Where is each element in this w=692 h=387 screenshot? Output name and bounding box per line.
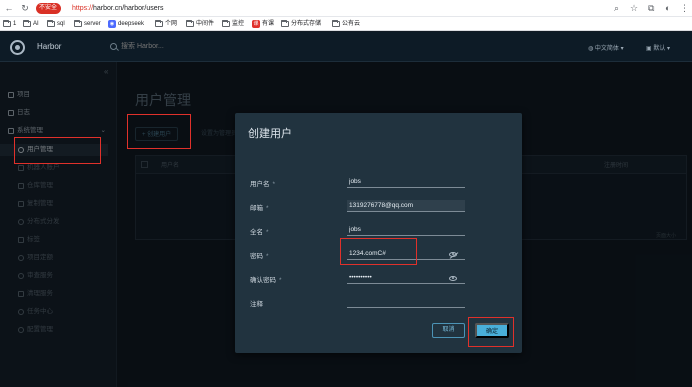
folder-icon: [74, 20, 82, 27]
user-menu[interactable]: ▣ 默认 ▾: [646, 43, 670, 52]
confirm-password-field[interactable]: [347, 272, 465, 284]
password-label: 密码 *: [250, 253, 269, 260]
zoom-icon[interactable]: ⌕: [614, 3, 619, 13]
bookmark-link[interactable]: 课有课: [252, 19, 274, 29]
username-field[interactable]: [347, 176, 465, 188]
folder-icon: [155, 20, 163, 27]
confirm-password-label: 确认密码 *: [250, 277, 282, 284]
comment-field[interactable]: [347, 296, 465, 308]
url-scheme: https://: [72, 5, 94, 12]
extensions-icon[interactable]: ⧉: [648, 3, 654, 13]
comment-label: 注释: [250, 301, 263, 308]
annotation-box-password: [340, 238, 417, 265]
reload-icon[interactable]: ↻: [20, 3, 30, 13]
bookmark-folder[interactable]: 个网: [155, 19, 177, 29]
bookmark-link[interactable]: ◉ deepseek: [108, 19, 144, 29]
address-bar[interactable]: https://harbor.cn/harbor/users: [72, 3, 163, 14]
back-icon[interactable]: ←: [4, 3, 14, 13]
bookmark-folder[interactable]: AI: [23, 19, 39, 29]
deepseek-icon: ◉: [108, 20, 116, 28]
bookmark-folder[interactable]: 1: [3, 19, 16, 29]
bookmark-folder[interactable]: 分布式存储: [281, 19, 321, 29]
folder-icon: [23, 20, 31, 27]
language-selector[interactable]: ◍ 中文简体 ▾: [588, 43, 624, 52]
bookmarks-bar: 1 AI sql server ◉ deepseek 个网 中间件 监控 课有课 …: [0, 17, 692, 31]
annotation-box-ok: [468, 317, 514, 347]
email-label: 邮箱 *: [250, 205, 269, 212]
show-password-icon[interactable]: [449, 276, 457, 281]
username-label: 用户名 *: [250, 181, 276, 188]
annotation-box-new-user: [127, 114, 191, 149]
folder-icon: [47, 20, 55, 27]
bookmark-folder[interactable]: sql: [47, 19, 65, 29]
email-field[interactable]: [347, 200, 465, 212]
fullname-label: 全名 *: [250, 229, 269, 236]
brand-name[interactable]: Harbor: [37, 42, 61, 51]
harbor-logo-icon[interactable]: [10, 40, 25, 55]
folder-icon: [186, 20, 194, 27]
bookmark-folder[interactable]: 中间件: [186, 19, 214, 29]
course-site-icon: 课: [252, 20, 260, 28]
browser-toolbar: ← ↻ 不安全 https://harbor.cn/harbor/users ⌕…: [0, 0, 692, 17]
menu-icon[interactable]: ⋮: [680, 3, 689, 13]
annotation-box-users: [14, 137, 101, 164]
url-path: harbor.cn/harbor/users: [93, 5, 164, 12]
bookmark-folder[interactable]: 公有云: [332, 19, 360, 29]
search-input[interactable]: [110, 41, 230, 53]
fullname-field[interactable]: [347, 224, 465, 236]
folder-icon: [3, 20, 11, 27]
bookmark-star-icon[interactable]: ☆: [630, 3, 638, 13]
profile-icon[interactable]: ◐: [665, 3, 670, 13]
dialog-title: 创建用户: [248, 128, 292, 140]
bookmark-folder[interactable]: 监控: [222, 19, 244, 29]
folder-icon: [222, 20, 230, 27]
folder-icon: [332, 20, 340, 27]
bookmark-folder[interactable]: server: [74, 19, 101, 29]
app-header: Harbor ◍ 中文简体 ▾ ▣ 默认 ▾: [0, 32, 692, 62]
hide-password-icon[interactable]: [449, 252, 457, 257]
security-warning-badge[interactable]: 不安全: [36, 3, 62, 14]
folder-icon: [281, 20, 289, 27]
cancel-button[interactable]: 取消: [432, 323, 465, 338]
